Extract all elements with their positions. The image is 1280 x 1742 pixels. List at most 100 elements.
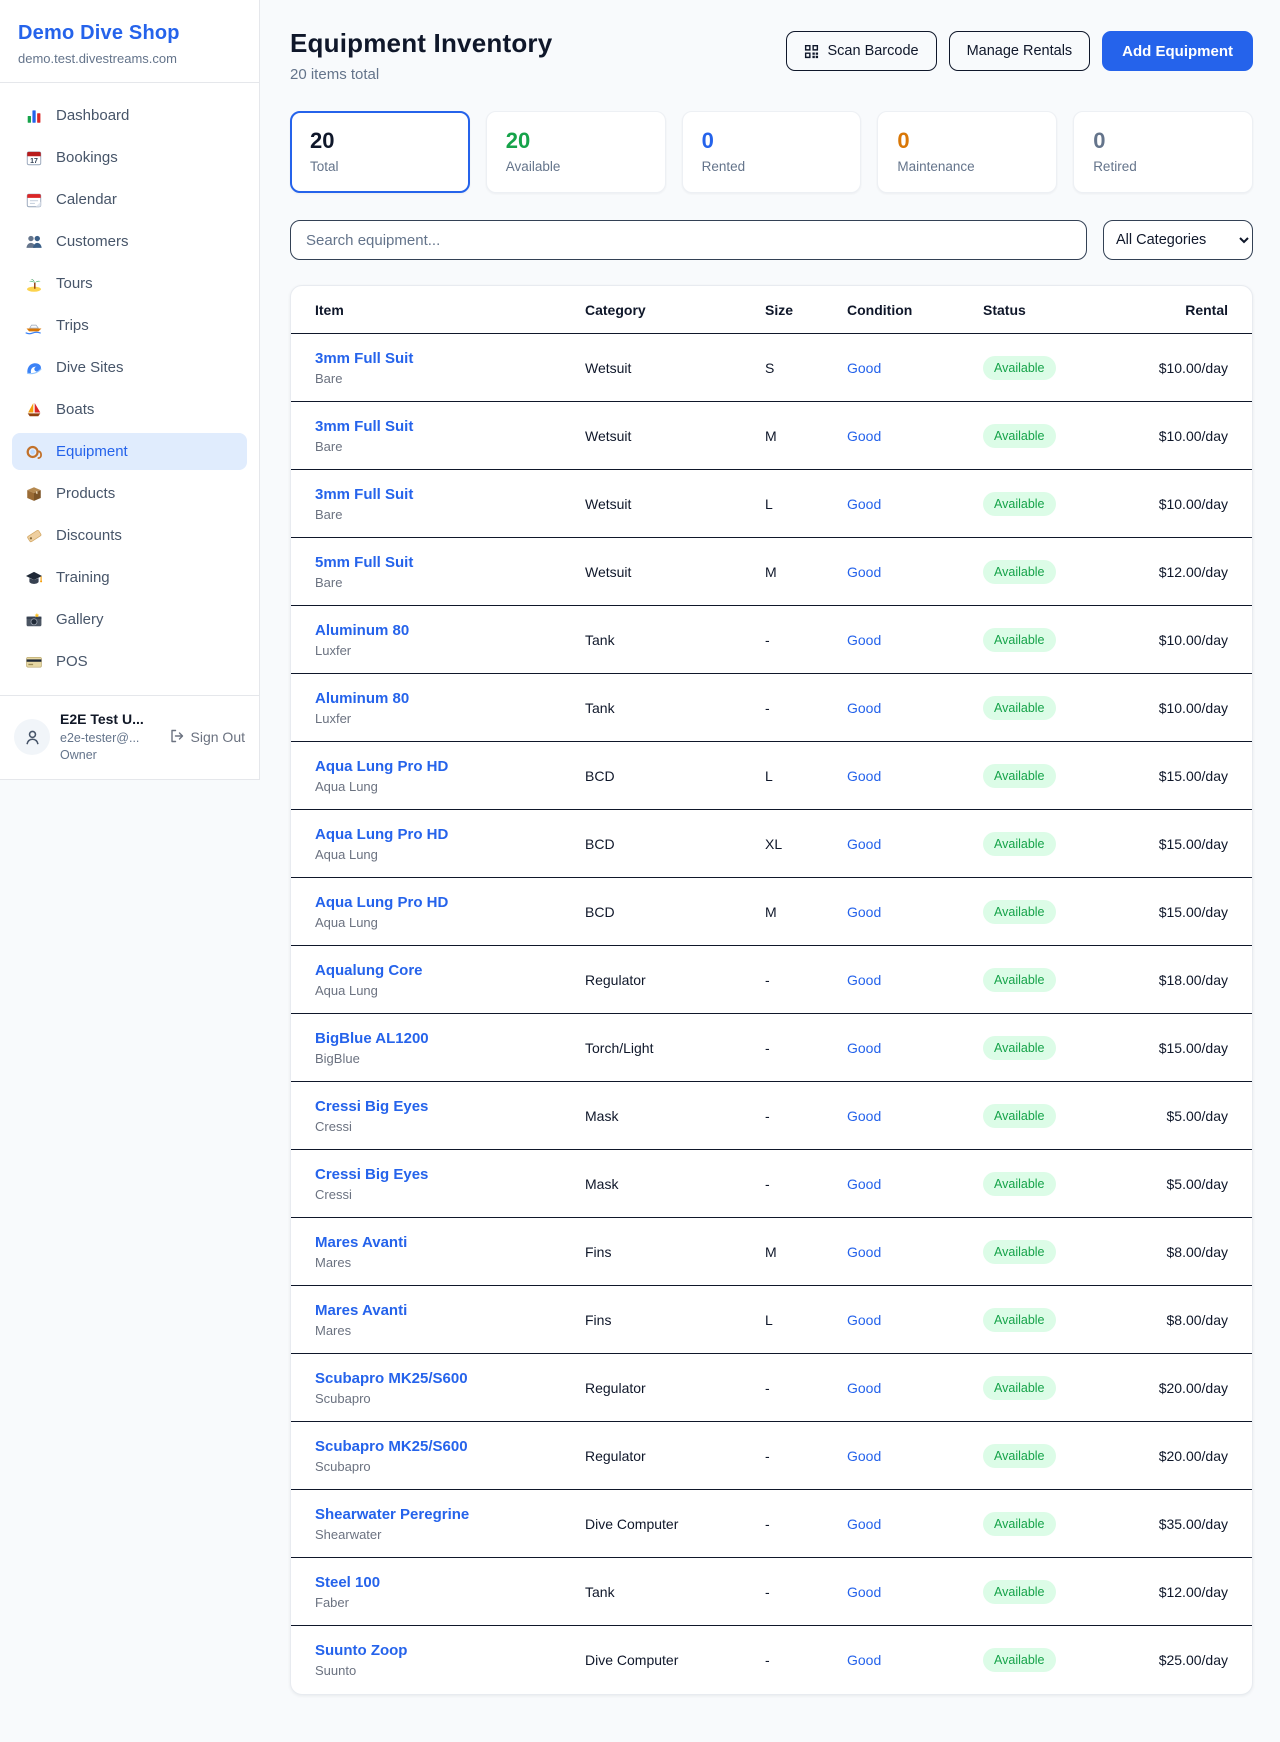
- item-condition-link[interactable]: Good: [847, 1040, 983, 1056]
- sidebar-item-tours[interactable]: Tours: [12, 265, 247, 302]
- sidebar-item-discounts[interactable]: Discounts: [12, 517, 247, 554]
- item-cell: 3mm Full SuitBare: [315, 486, 585, 522]
- item-brand: Suunto: [315, 1663, 585, 1678]
- sidebar-item-products[interactable]: Products: [12, 475, 247, 512]
- page-header: Equipment Inventory 20 items total Scan …: [290, 28, 1253, 83]
- item-condition-link[interactable]: Good: [847, 1380, 983, 1396]
- item-cell: Aqua Lung Pro HDAqua Lung: [315, 758, 585, 794]
- item-brand: Cressi: [315, 1119, 585, 1134]
- scan-barcode-button[interactable]: Scan Barcode: [786, 31, 936, 71]
- sidebar-item-dive-sites[interactable]: Dive Sites: [12, 349, 247, 386]
- item-name-link[interactable]: 3mm Full Suit: [315, 350, 585, 367]
- item-cell: Steel 100Faber: [315, 1574, 585, 1610]
- stat-card-total[interactable]: 20Total: [290, 111, 470, 193]
- stat-value: 20: [310, 128, 450, 154]
- item-size: -: [765, 700, 847, 716]
- item-name-link[interactable]: Steel 100: [315, 1574, 585, 1591]
- item-condition-link[interactable]: Good: [847, 1244, 983, 1260]
- sidebar-item-boats[interactable]: Boats: [12, 391, 247, 428]
- item-condition-link[interactable]: Good: [847, 904, 983, 920]
- item-brand: BigBlue: [315, 1051, 585, 1066]
- status-badge: Available: [983, 560, 1056, 584]
- item-name-link[interactable]: Scubapro MK25/S600: [315, 1438, 585, 1455]
- column-header-status: Status: [983, 302, 1153, 318]
- item-cell: BigBlue AL1200 BigBlue: [315, 1030, 585, 1066]
- item-condition-link[interactable]: Good: [847, 1312, 983, 1328]
- item-name-link[interactable]: Aqua Lung Pro HD: [315, 894, 585, 911]
- item-name-link[interactable]: Aqualung Core: [315, 962, 585, 979]
- item-condition-link[interactable]: Good: [847, 632, 983, 648]
- header-actions: Scan Barcode Manage Rentals Add Equipmen…: [786, 28, 1253, 71]
- item-condition-link[interactable]: Good: [847, 1176, 983, 1192]
- stat-label: Retired: [1093, 159, 1233, 174]
- item-name-link[interactable]: Mares Avanti: [315, 1302, 585, 1319]
- category-select[interactable]: All Categories: [1103, 220, 1253, 260]
- item-size: S: [765, 360, 847, 376]
- item-name-link[interactable]: Aqua Lung Pro HD: [315, 758, 585, 775]
- item-name-link[interactable]: 3mm Full Suit: [315, 418, 585, 435]
- item-size: M: [765, 564, 847, 580]
- item-size: -: [765, 1040, 847, 1056]
- stat-card-maintenance[interactable]: 0Maintenance: [877, 111, 1057, 193]
- stat-card-rented[interactable]: 0Rented: [682, 111, 862, 193]
- sidebar-item-label: POS: [56, 653, 88, 670]
- search-input[interactable]: [290, 220, 1087, 260]
- equipment-table: ItemCategorySizeConditionStatusRental 3m…: [290, 285, 1253, 1695]
- item-name-link[interactable]: Shearwater Peregrine: [315, 1506, 585, 1523]
- item-condition-link[interactable]: Good: [847, 836, 983, 852]
- manage-rentals-button[interactable]: Manage Rentals: [949, 31, 1091, 71]
- sign-out-button[interactable]: Sign Out: [169, 728, 245, 747]
- credit-card-icon: [24, 652, 43, 671]
- item-condition-link[interactable]: Good: [847, 564, 983, 580]
- item-cell: Mares AvantiMares: [315, 1302, 585, 1338]
- brand-name[interactable]: Demo Dive Shop: [18, 22, 241, 45]
- item-name-link[interactable]: 5mm Full Suit: [315, 554, 585, 571]
- item-name-link[interactable]: Cressi Big Eyes: [315, 1098, 585, 1115]
- item-size: -: [765, 1108, 847, 1124]
- item-name-link[interactable]: BigBlue AL1200: [315, 1030, 585, 1047]
- item-name-link[interactable]: Cressi Big Eyes: [315, 1166, 585, 1183]
- item-condition-link[interactable]: Good: [847, 1108, 983, 1124]
- stat-card-retired[interactable]: 0Retired: [1073, 111, 1253, 193]
- item-condition-link[interactable]: Good: [847, 428, 983, 444]
- item-name-link[interactable]: Suunto Zoop: [315, 1642, 585, 1659]
- item-size: M: [765, 1244, 847, 1260]
- user-info: E2E Test U... e2e-tester@... Owner: [60, 711, 144, 764]
- item-condition-link[interactable]: Good: [847, 1516, 983, 1532]
- sidebar-item-trips[interactable]: Trips: [12, 307, 247, 344]
- sidebar-item-equipment[interactable]: Equipment: [12, 433, 247, 470]
- item-condition-link[interactable]: Good: [847, 700, 983, 716]
- sidebar-item-pos[interactable]: POS: [12, 643, 247, 680]
- item-condition-link[interactable]: Good: [847, 1448, 983, 1464]
- sign-out-label: Sign Out: [191, 729, 245, 745]
- item-name-link[interactable]: Aqua Lung Pro HD: [315, 826, 585, 843]
- stat-card-available[interactable]: 20Available: [486, 111, 666, 193]
- item-brand: Shearwater: [315, 1527, 585, 1542]
- item-name-link[interactable]: 3mm Full Suit: [315, 486, 585, 503]
- column-header-category: Category: [585, 302, 765, 318]
- item-size: L: [765, 768, 847, 784]
- item-cell: Suunto Zoop Suunto: [315, 1642, 585, 1678]
- item-condition-link[interactable]: Good: [847, 1652, 983, 1668]
- sidebar-item-calendar[interactable]: Calendar: [12, 181, 247, 218]
- item-condition-link[interactable]: Good: [847, 768, 983, 784]
- sidebar-item-gallery[interactable]: Gallery: [12, 601, 247, 638]
- item-condition-link[interactable]: Good: [847, 1584, 983, 1600]
- item-condition-link[interactable]: Good: [847, 972, 983, 988]
- item-condition-link[interactable]: Good: [847, 360, 983, 376]
- item-name-link[interactable]: Scubapro MK25/S600: [315, 1370, 585, 1387]
- manage-rentals-label: Manage Rentals: [967, 43, 1073, 59]
- sidebar-item-label: Bookings: [56, 149, 118, 166]
- item-brand: Cressi: [315, 1187, 585, 1202]
- item-name-link[interactable]: Aluminum 80: [315, 622, 585, 639]
- item-name-link[interactable]: Mares Avanti: [315, 1234, 585, 1251]
- item-name-link[interactable]: Aluminum 80: [315, 690, 585, 707]
- sidebar-item-training[interactable]: Training: [12, 559, 247, 596]
- sidebar-item-bookings[interactable]: 17Bookings: [12, 139, 247, 176]
- filters-row: All Categories: [290, 220, 1253, 260]
- sidebar-item-dashboard[interactable]: Dashboard: [12, 97, 247, 134]
- item-condition-link[interactable]: Good: [847, 496, 983, 512]
- add-equipment-button[interactable]: Add Equipment: [1102, 31, 1253, 71]
- sidebar-item-customers[interactable]: Customers: [12, 223, 247, 260]
- item-size: -: [765, 1380, 847, 1396]
